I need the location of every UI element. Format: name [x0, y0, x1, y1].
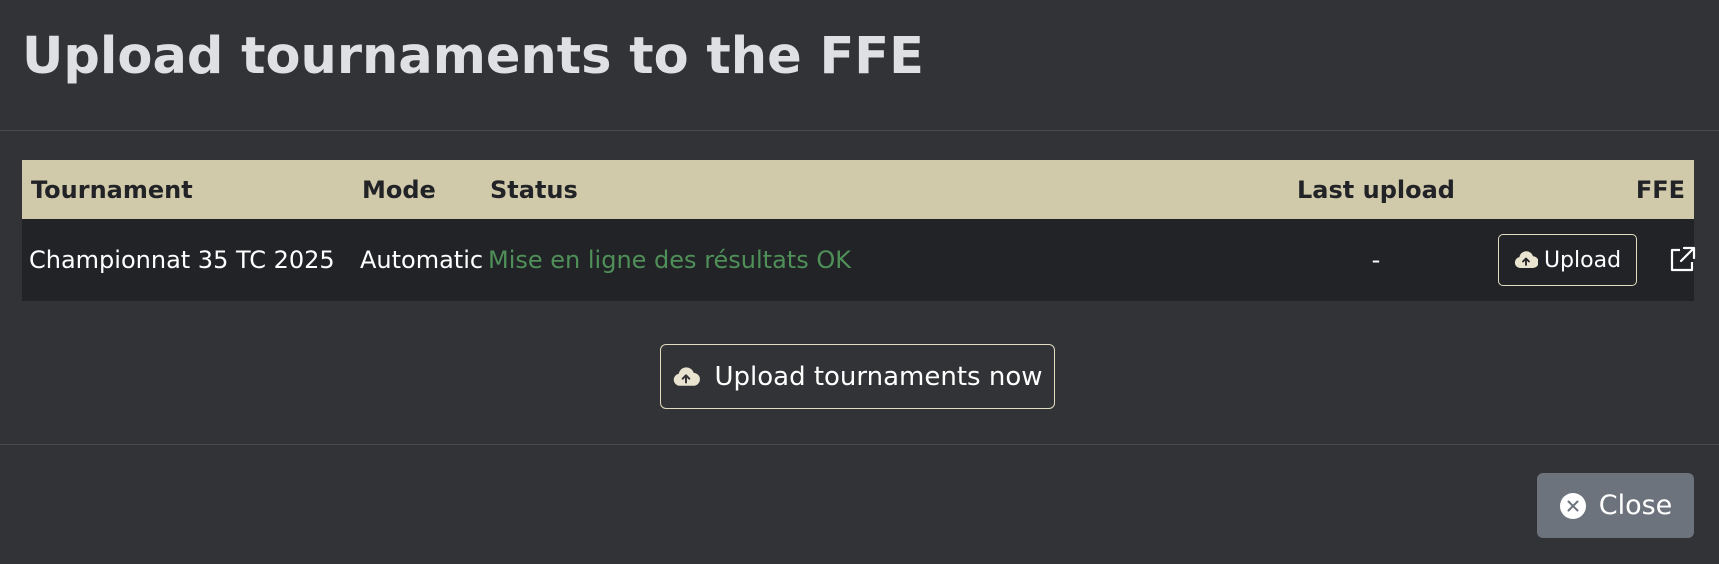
tournament-mode: Automatic	[360, 246, 484, 274]
upload-tournaments-now-button[interactable]: Upload tournaments now	[660, 344, 1055, 409]
modal-footer	[0, 444, 1719, 564]
upload-button-label: Upload	[1543, 247, 1622, 273]
modal-title: Upload tournaments to the FFE	[22, 27, 924, 86]
close-circle-icon	[1559, 492, 1587, 520]
table-row: Championnat 35 TC 2025 Automatic Mise en…	[22, 219, 1697, 301]
close-button-label: Close	[1598, 490, 1673, 521]
tournaments-table: Tournament Mode Status Last upload FFE C…	[22, 160, 1697, 301]
table-header-row: Tournament Mode Status Last upload FFE	[22, 160, 1694, 219]
cloud-upload-icon	[1514, 250, 1538, 270]
tournament-last-upload: -	[1371, 246, 1381, 274]
close-button[interactable]: Close	[1537, 473, 1694, 538]
modal-header: Upload tournaments to the FFE	[0, 0, 1719, 131]
header-mode: Mode	[362, 175, 436, 204]
cloud-upload-icon	[672, 366, 701, 388]
header-ffe: FFE	[1635, 175, 1685, 204]
ffe-cell: Upload	[1491, 219, 1697, 301]
external-link-icon[interactable]	[1667, 245, 1697, 275]
header-tournament: Tournament	[31, 175, 193, 204]
upload-tournaments-now-label: Upload tournaments now	[714, 361, 1043, 392]
upload-button[interactable]: Upload	[1498, 234, 1637, 286]
tournament-status: Mise en ligne des résultats OK	[488, 246, 851, 274]
header-last-upload: Last upload	[1297, 175, 1455, 204]
tournament-name: Championnat 35 TC 2025	[29, 246, 335, 274]
header-status: Status	[490, 175, 578, 204]
